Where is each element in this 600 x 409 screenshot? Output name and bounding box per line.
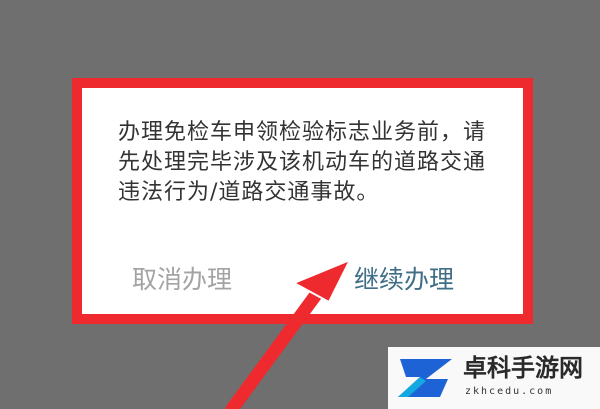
confirmation-dialog: 办理免检车申领检验标志业务前，请先处理完毕涉及该机动车的道路交通违法行为/道路交… [92,96,513,306]
site-watermark: 卓科手游网 zkhcedu.com [388,347,600,409]
site-logo-icon [398,359,452,397]
site-name: 卓科手游网 [463,354,583,382]
site-url: zkhcedu.com [465,386,554,397]
continue-handling-button[interactable]: 继续办理 [354,260,454,300]
dialog-message: 办理免检车申领检验标志业务前，请先处理完毕涉及该机动车的道路交通违法行为/道路交… [118,120,487,205]
cancel-handling-button[interactable]: 取消办理 [132,260,232,300]
dialog-button-bar: 取消办理 继续办理 [92,260,513,300]
